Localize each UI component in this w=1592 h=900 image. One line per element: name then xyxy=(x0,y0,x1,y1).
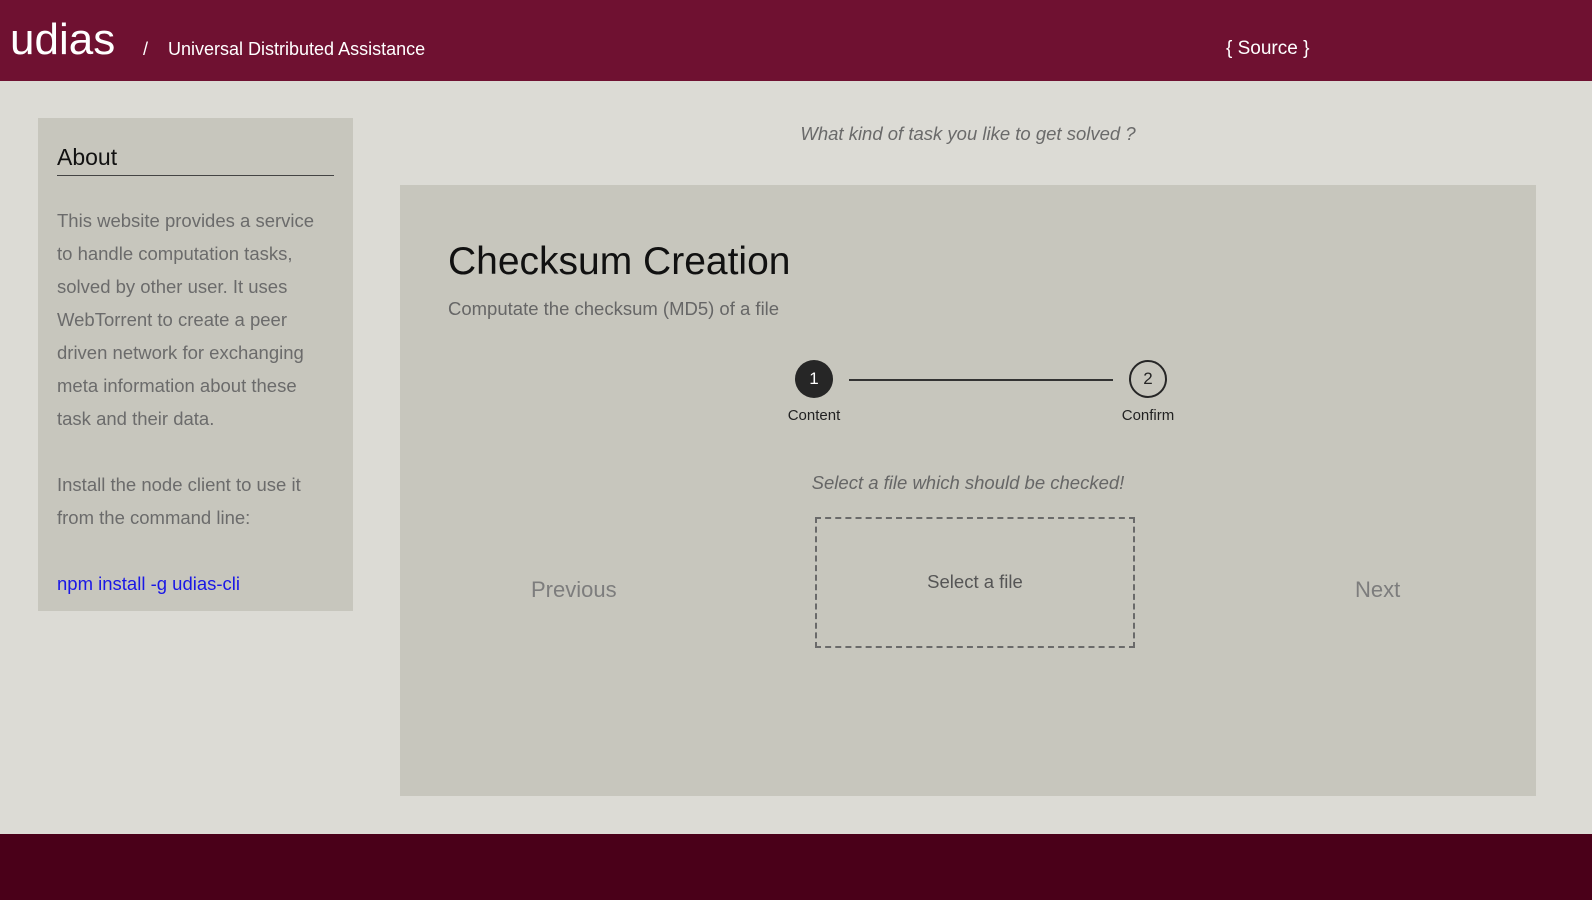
task-panel: Checksum Creation Computate the checksum… xyxy=(400,185,1536,796)
step-1-label: Content xyxy=(787,407,841,424)
install-command-link[interactable]: npm install -g udias-cli xyxy=(57,567,240,600)
install-instructions: Install the node client to use it from t… xyxy=(57,474,301,528)
app-header: udias / Universal Distributed Assistance… xyxy=(0,0,1592,81)
app-tagline: Universal Distributed Assistance xyxy=(168,39,426,59)
previous-button[interactable]: Previous xyxy=(531,576,617,604)
file-dropzone[interactable]: Select a file xyxy=(815,517,1135,648)
brand-logo[interactable]: udias xyxy=(10,14,115,66)
step-2-circle[interactable]: 2 xyxy=(1129,360,1167,398)
step-connector xyxy=(849,379,1113,381)
app-footer xyxy=(0,834,1592,900)
step-instruction: Select a file which should be checked! xyxy=(811,472,1125,493)
about-sidebar: About This website provides a service to… xyxy=(38,118,353,611)
step-1-circle[interactable]: 1 xyxy=(795,360,833,398)
breadcrumb-separator: / xyxy=(143,39,149,59)
step-indicator: 1 Content 2 Confirm xyxy=(400,185,1536,445)
next-button[interactable]: Next xyxy=(1355,576,1400,604)
task-question: What kind of task you like to get solved… xyxy=(800,123,1136,144)
about-description: This website provides a service to handl… xyxy=(57,210,315,429)
about-title: About xyxy=(57,142,334,176)
dropzone-label: Select a file xyxy=(927,570,1023,592)
step-2-label: Confirm xyxy=(1121,407,1175,424)
source-link[interactable]: { Source } xyxy=(1226,38,1309,60)
